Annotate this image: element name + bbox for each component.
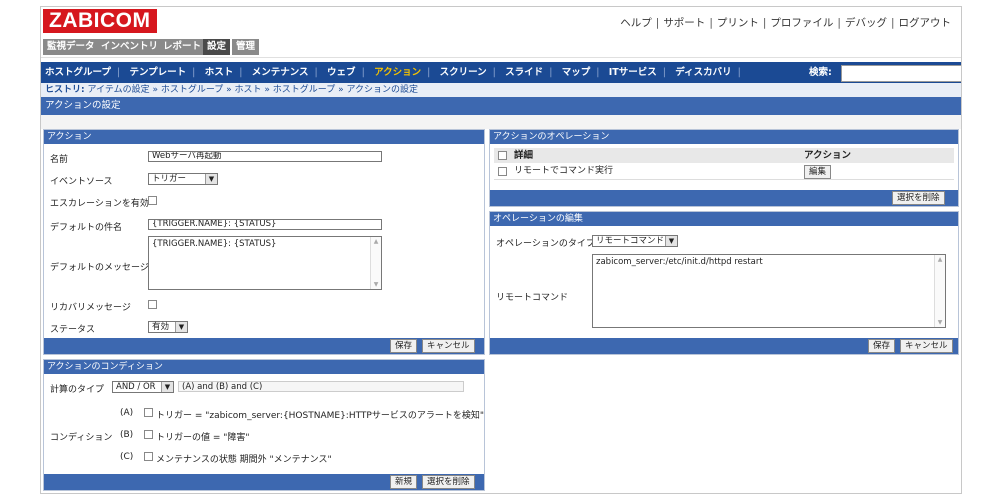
condition-id: (A) [120, 408, 134, 418]
breadcrumb: ヒストリ: アイテムの設定 » ホストグループ » ホスト » ホストグループ … [41, 83, 961, 97]
history-label: ヒストリ: [45, 85, 85, 95]
tab-administration[interactable]: 管理 [232, 39, 260, 55]
name-field[interactable] [148, 151, 382, 162]
subnav-web[interactable]: ウェブ [327, 67, 356, 78]
tab-monitoring[interactable]: 監視データ [43, 39, 99, 55]
condition-panel-header: アクションのコンディション [44, 360, 484, 374]
subnav-screens[interactable]: スクリーン [440, 67, 487, 78]
conditions-label: コンディション [50, 433, 113, 443]
subnav-hosts[interactable]: ホスト [205, 67, 234, 78]
select-all-checkbox[interactable] [498, 151, 507, 160]
tab-reports[interactable]: レポート [159, 39, 206, 55]
condition-b-text: トリガーの値 = "障害" [156, 433, 250, 443]
default-subject-label: デフォルトの件名 [50, 223, 123, 233]
tab-inventory[interactable]: インベントリ [97, 39, 163, 55]
search-label: 検索: [809, 67, 832, 78]
top-bar: ZABICOM ヘルプ | サポート | プリント | プロファイル | デバッグ | ログアウト [41, 7, 961, 35]
print-link[interactable]: プリント [717, 17, 759, 29]
condition-a-text: トリガー = "zabicom_server:{HOSTNAME}:HTTPサー… [156, 411, 484, 421]
table-row: リモートでコマンド実行 編集 [494, 163, 954, 180]
subnav-actions[interactable]: アクション [374, 67, 421, 78]
condition-a-checkbox[interactable] [144, 408, 153, 417]
subnav-maintenance[interactable]: メンテナンス [252, 67, 309, 78]
status-label: ステータス [50, 325, 96, 335]
operations-panel: アクションのオペレーション 詳細 アクション リモートでコマンド実行 編集 選択… [489, 129, 959, 207]
details-column-header: 詳細 [514, 150, 534, 161]
event-source-select[interactable]: トリガー ▼ [148, 173, 218, 185]
subnav-slides[interactable]: スライド [505, 67, 543, 78]
search-input[interactable] [841, 65, 961, 82]
breadcrumb-item[interactable]: ホストグループ [161, 85, 223, 95]
action-panel: アクション 名前 イベントソース トリガー ▼ エスカレーションを有効 デフォル… [43, 129, 485, 355]
condition-c-checkbox[interactable] [144, 452, 153, 461]
zabicom-logo[interactable]: ZABICOM [43, 9, 157, 33]
subnav-discovery[interactable]: ディスカバリ [675, 67, 731, 78]
subnav-templates[interactable]: テンプレート [129, 67, 186, 78]
delete-selected-conditions-button[interactable]: 選択を削除 [422, 475, 475, 489]
operations-panel-header: アクションのオペレーション [490, 130, 958, 144]
calc-expression: (A) and (B) and (C) [178, 381, 464, 392]
condition-panel: アクションのコンディション 計算のタイプ AND / OR ▼ (A) and … [43, 359, 485, 491]
chevron-down-icon: ▼ [161, 382, 173, 392]
subnav-hostgroups[interactable]: ホストグループ [45, 67, 111, 78]
page-title: アクションの設定 [41, 97, 961, 115]
remote-command-label: リモートコマンド [496, 293, 569, 303]
cancel-button[interactable]: キャンセル [422, 339, 475, 353]
row-checkbox[interactable] [498, 167, 507, 176]
chevron-down-icon: ▼ [175, 322, 187, 332]
default-message-textarea[interactable]: {TRIGGER.NAME}: {STATUS} ▲ ▼ [148, 236, 382, 290]
subnav-maps[interactable]: マップ [562, 67, 591, 78]
calc-type-select[interactable]: AND / OR ▼ [112, 381, 174, 393]
save-operation-button[interactable]: 保存 [868, 339, 896, 353]
condition-b-checkbox[interactable] [144, 430, 153, 439]
delete-selected-operations-button[interactable]: 選択を削除 [892, 191, 945, 205]
default-subject-field[interactable] [148, 219, 382, 230]
default-message-label: デフォルトのメッセージ [50, 263, 149, 273]
recovery-label: リカバリメッセージ [50, 303, 131, 313]
subnav-it-services[interactable]: ITサービス [609, 67, 657, 78]
command-scrollbar[interactable]: ▲ ▼ [934, 255, 945, 327]
edit-operation-panel-header: オペレーションの編集 [490, 212, 958, 226]
operation-details[interactable]: リモートでコマンド実行 [514, 163, 613, 179]
status-select[interactable]: 有効 ▼ [148, 321, 188, 333]
breadcrumb-item[interactable]: アイテムの設定 [87, 85, 149, 95]
cancel-operation-button[interactable]: キャンセル [900, 339, 953, 353]
app-window: ZABICOM ヘルプ | サポート | プリント | プロファイル | デバッグ | ログアウト … [40, 6, 962, 494]
recovery-checkbox[interactable] [148, 300, 157, 309]
message-scrollbar[interactable]: ▲ ▼ [370, 237, 381, 289]
op-type-select[interactable]: リモートコマンド ▼ [592, 235, 678, 247]
breadcrumb-item[interactable]: ホスト [235, 85, 262, 95]
condition-id: (B) [120, 430, 134, 440]
escalation-label: エスカレーションを有効 [50, 199, 149, 209]
action-column-header: アクション [804, 150, 852, 161]
action-panel-header: アクション [44, 130, 484, 144]
op-type-label: オペレーションのタイプ [496, 239, 595, 249]
escalation-checkbox[interactable] [148, 196, 157, 205]
logout-link[interactable]: ログアウト [899, 17, 952, 29]
save-button[interactable]: 保存 [390, 339, 418, 353]
sub-navigation: ホストグループ | テンプレート | ホスト | メンテナンス | ウェブ | アクション… [41, 62, 961, 83]
condition-c-text: メンテナンスの状態 期間外 "メンテナンス" [156, 455, 332, 465]
help-link[interactable]: ヘルプ [620, 17, 652, 29]
profile-link[interactable]: プロファイル [770, 17, 833, 29]
remote-command-textarea[interactable]: zabicom_server:/etc/init.d/httpd restart… [592, 254, 946, 328]
debug-link[interactable]: デバッグ [845, 17, 887, 29]
edit-operation-button[interactable]: 編集 [804, 165, 832, 179]
chevron-down-icon: ▼ [205, 174, 217, 184]
breadcrumb-item[interactable]: アクションの設定 [346, 85, 418, 95]
support-link[interactable]: サポート [663, 17, 705, 29]
main-menu: 監視データ インベントリ レポート 設定 管理 [41, 37, 961, 58]
tab-configuration[interactable]: 設定 [203, 39, 231, 55]
chevron-down-icon: ▼ [665, 236, 677, 246]
operations-table-header: 詳細 アクション [494, 148, 954, 163]
edit-operation-panel: オペレーションの編集 オペレーションのタイプ リモートコマンド ▼ リモートコマ… [489, 211, 959, 355]
condition-id: (C) [120, 452, 134, 462]
new-condition-button[interactable]: 新規 [390, 475, 418, 489]
event-source-label: イベントソース [50, 177, 113, 187]
calc-type-label: 計算のタイプ [50, 385, 105, 395]
breadcrumb-item[interactable]: ホストグループ [273, 85, 335, 95]
top-links: ヘルプ | サポート | プリント | プロファイル | デバッグ | ログアウト [620, 17, 952, 29]
name-label: 名前 [50, 155, 69, 165]
